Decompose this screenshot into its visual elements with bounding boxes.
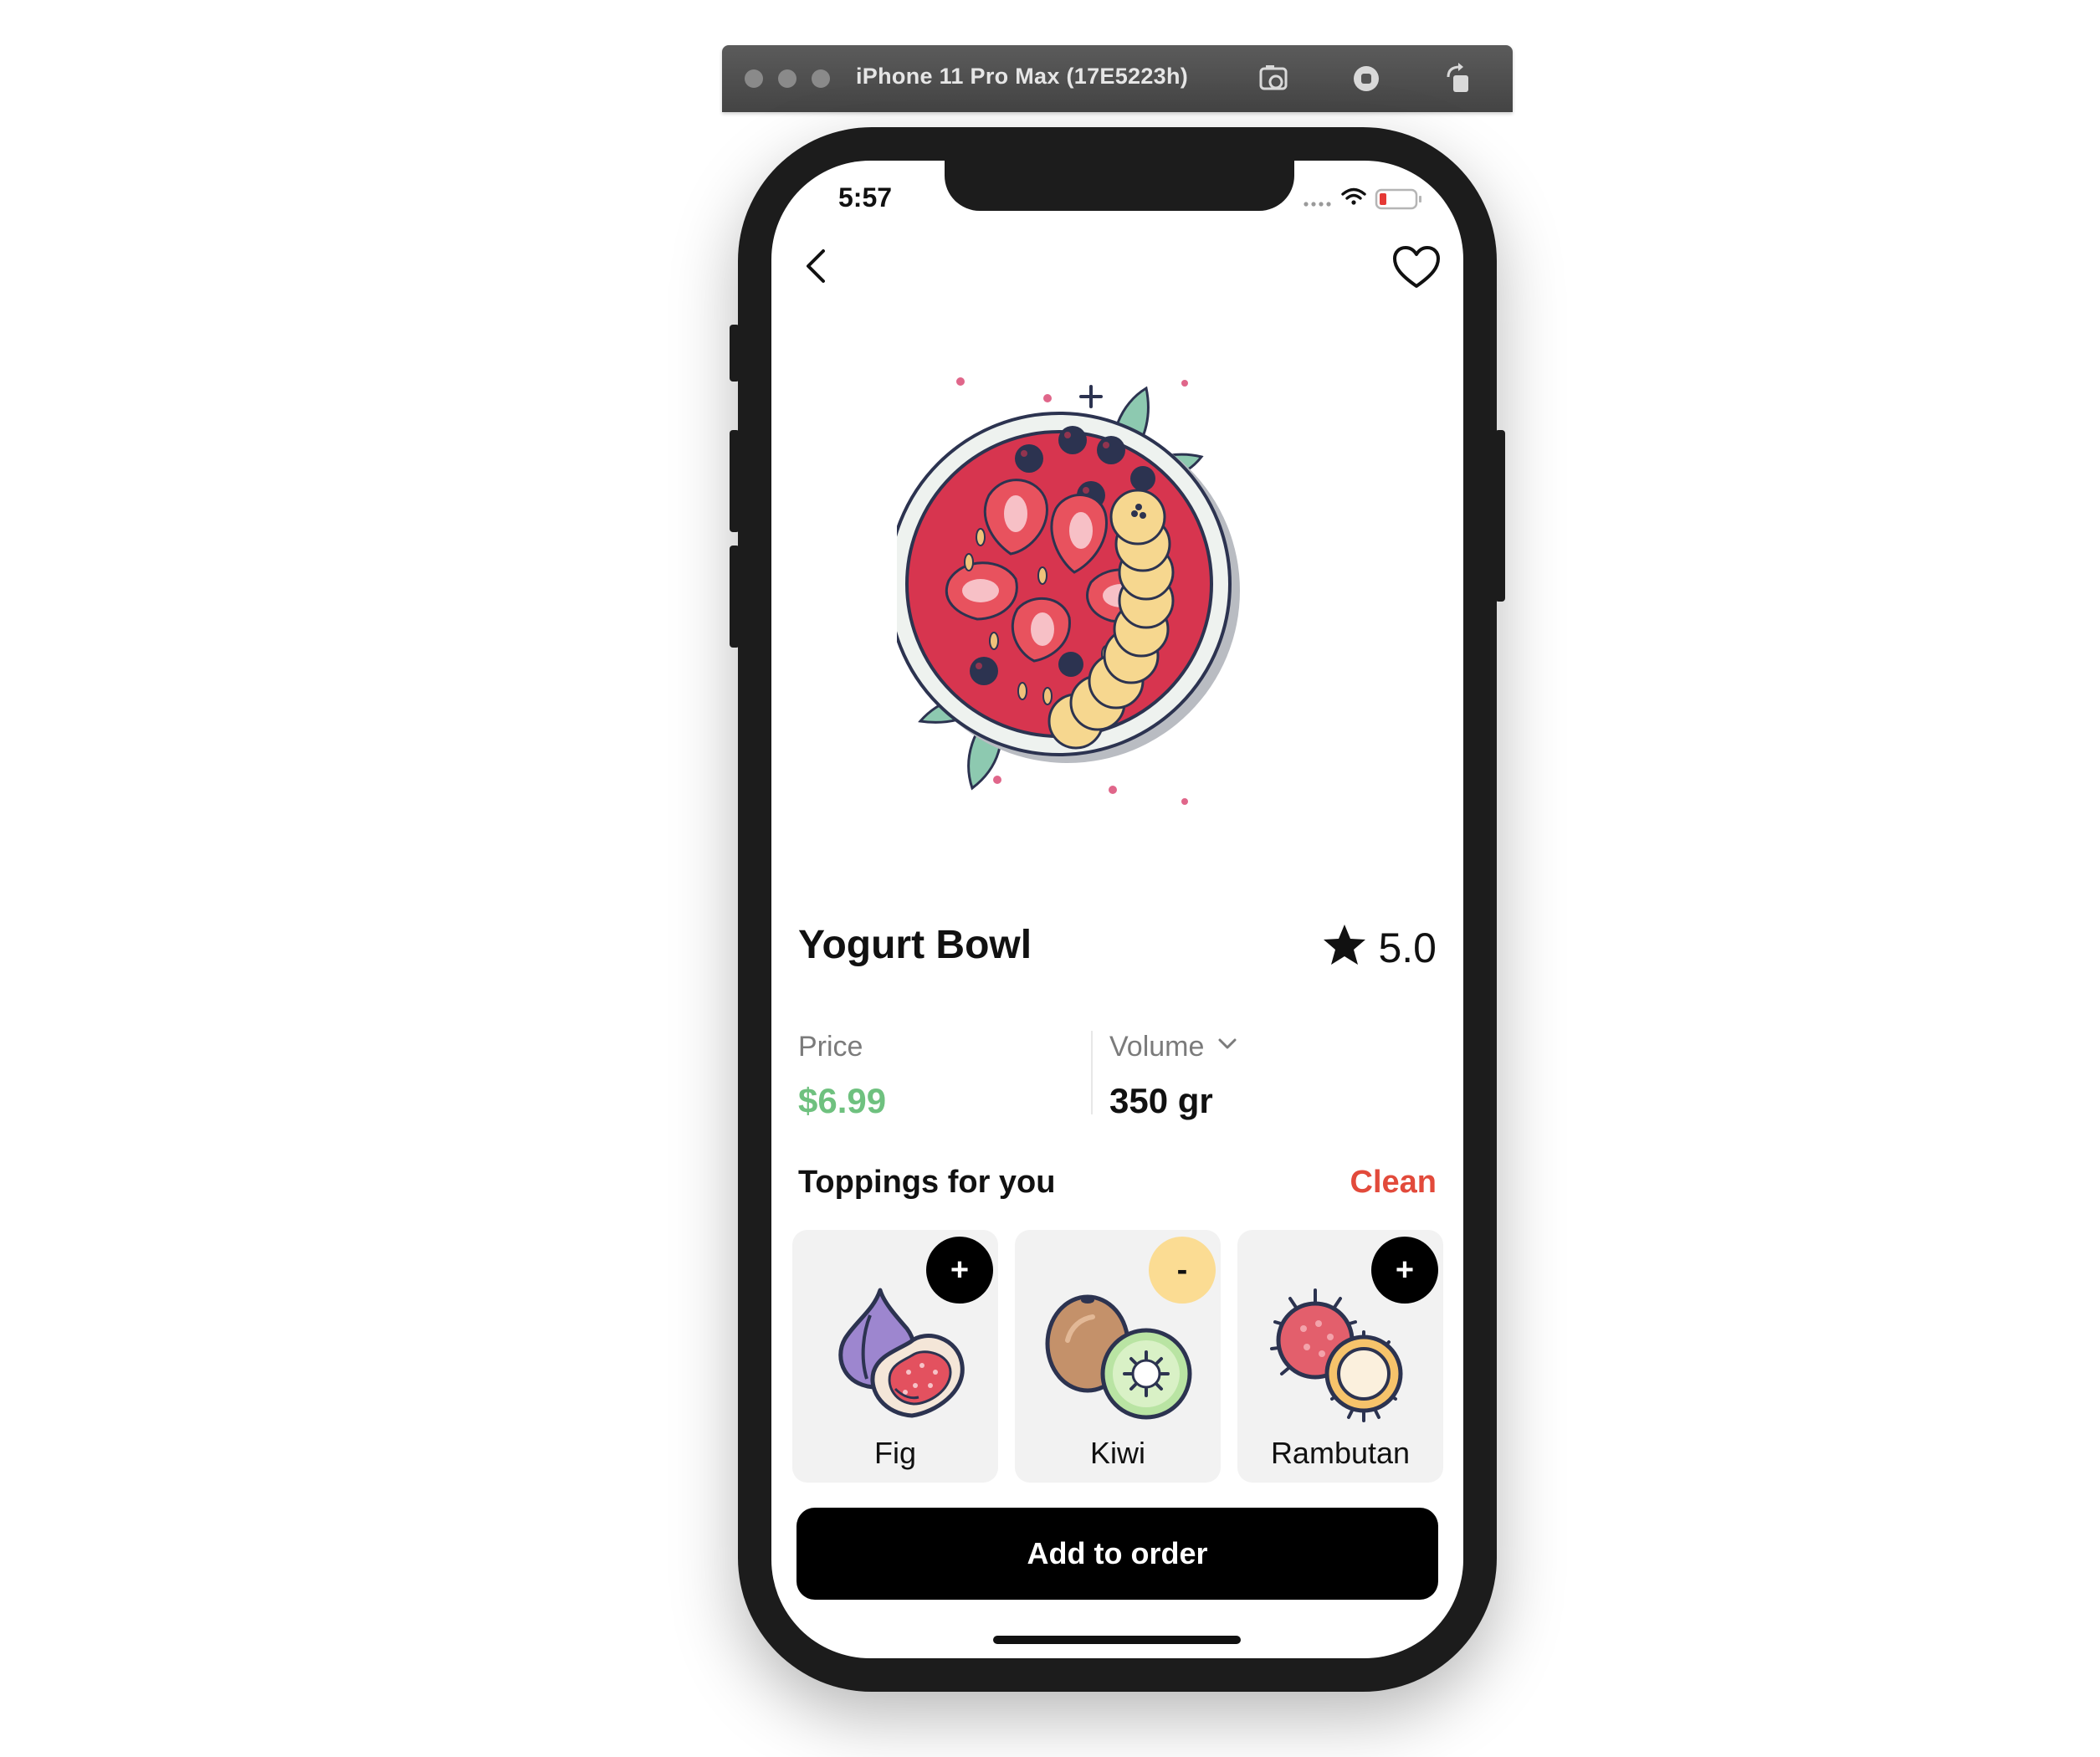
home-icon[interactable] bbox=[1348, 60, 1385, 97]
topping-card-kiwi[interactable]: - Kiwi bbox=[1015, 1230, 1221, 1483]
notch bbox=[945, 161, 1294, 211]
heart-icon[interactable] bbox=[1390, 241, 1443, 295]
product-header: Yogurt Bowl 5.0 bbox=[798, 922, 1437, 972]
product-title: Yogurt Bowl bbox=[798, 923, 1032, 967]
add-to-order-button[interactable]: Add to order bbox=[796, 1508, 1438, 1600]
signal-icon bbox=[1304, 202, 1331, 207]
price-value: $6.99 bbox=[798, 1081, 887, 1120]
window-close-dot[interactable] bbox=[745, 69, 763, 88]
chevron-left-icon[interactable] bbox=[791, 241, 842, 291]
volume-value: 350 gr bbox=[1109, 1081, 1213, 1120]
volume-label: Volume bbox=[1109, 1031, 1205, 1063]
home-indicator[interactable] bbox=[993, 1636, 1241, 1644]
window-minimize-dot[interactable] bbox=[778, 69, 796, 88]
topping-card-fig[interactable]: + Fig bbox=[792, 1230, 998, 1483]
volume-up-button bbox=[730, 430, 740, 532]
toppings-title: Toppings for you bbox=[798, 1165, 1056, 1200]
simulator-title-bar: iPhone 11 Pro Max (17E5223h) bbox=[722, 45, 1513, 112]
price-label: Price bbox=[798, 1031, 863, 1063]
rambutan-icon bbox=[1257, 1282, 1424, 1424]
wifi-icon bbox=[1341, 187, 1366, 205]
info-divider bbox=[1091, 1031, 1093, 1114]
status-icons bbox=[1303, 186, 1428, 211]
power-button bbox=[1495, 430, 1505, 602]
topping-name: Fig bbox=[873, 1436, 916, 1470]
status-time: 5:57 bbox=[838, 182, 893, 213]
screenshot-icon[interactable] bbox=[1256, 60, 1293, 97]
star-icon bbox=[1321, 922, 1368, 973]
yogurt-bowl-illustration bbox=[887, 353, 1332, 822]
silent-switch bbox=[730, 325, 740, 382]
kiwi-icon bbox=[1034, 1282, 1201, 1424]
product-info: Price $6.99 Volume 350 gr bbox=[798, 1031, 1437, 1131]
rating-value: 5.0 bbox=[1378, 924, 1437, 971]
clean-button[interactable]: Clean bbox=[1350, 1165, 1437, 1201]
battery-icon bbox=[1375, 188, 1421, 210]
rating: 5.0 bbox=[1321, 922, 1437, 973]
simulator-window-title: iPhone 11 Pro Max (17E5223h) bbox=[856, 64, 1189, 89]
window-zoom-dot[interactable] bbox=[812, 69, 830, 88]
rotate-icon[interactable] bbox=[1440, 60, 1477, 97]
fig-icon bbox=[812, 1282, 979, 1424]
volume-down-button bbox=[730, 546, 740, 648]
volume-selector[interactable]: Volume bbox=[1109, 1031, 1239, 1063]
chevron-down-icon bbox=[1216, 1031, 1239, 1063]
topping-card-rambutan[interactable]: + Rambutan bbox=[1237, 1230, 1443, 1483]
toppings-list: + Fig - Kiwi + Rambutan bbox=[792, 1230, 1443, 1483]
topping-name: Kiwi bbox=[1089, 1436, 1145, 1470]
app-screen: 5:57 Yogurt Bowl 5.0 Price $6.99 Volume … bbox=[771, 161, 1463, 1658]
topping-name: Rambutan bbox=[1270, 1436, 1411, 1470]
